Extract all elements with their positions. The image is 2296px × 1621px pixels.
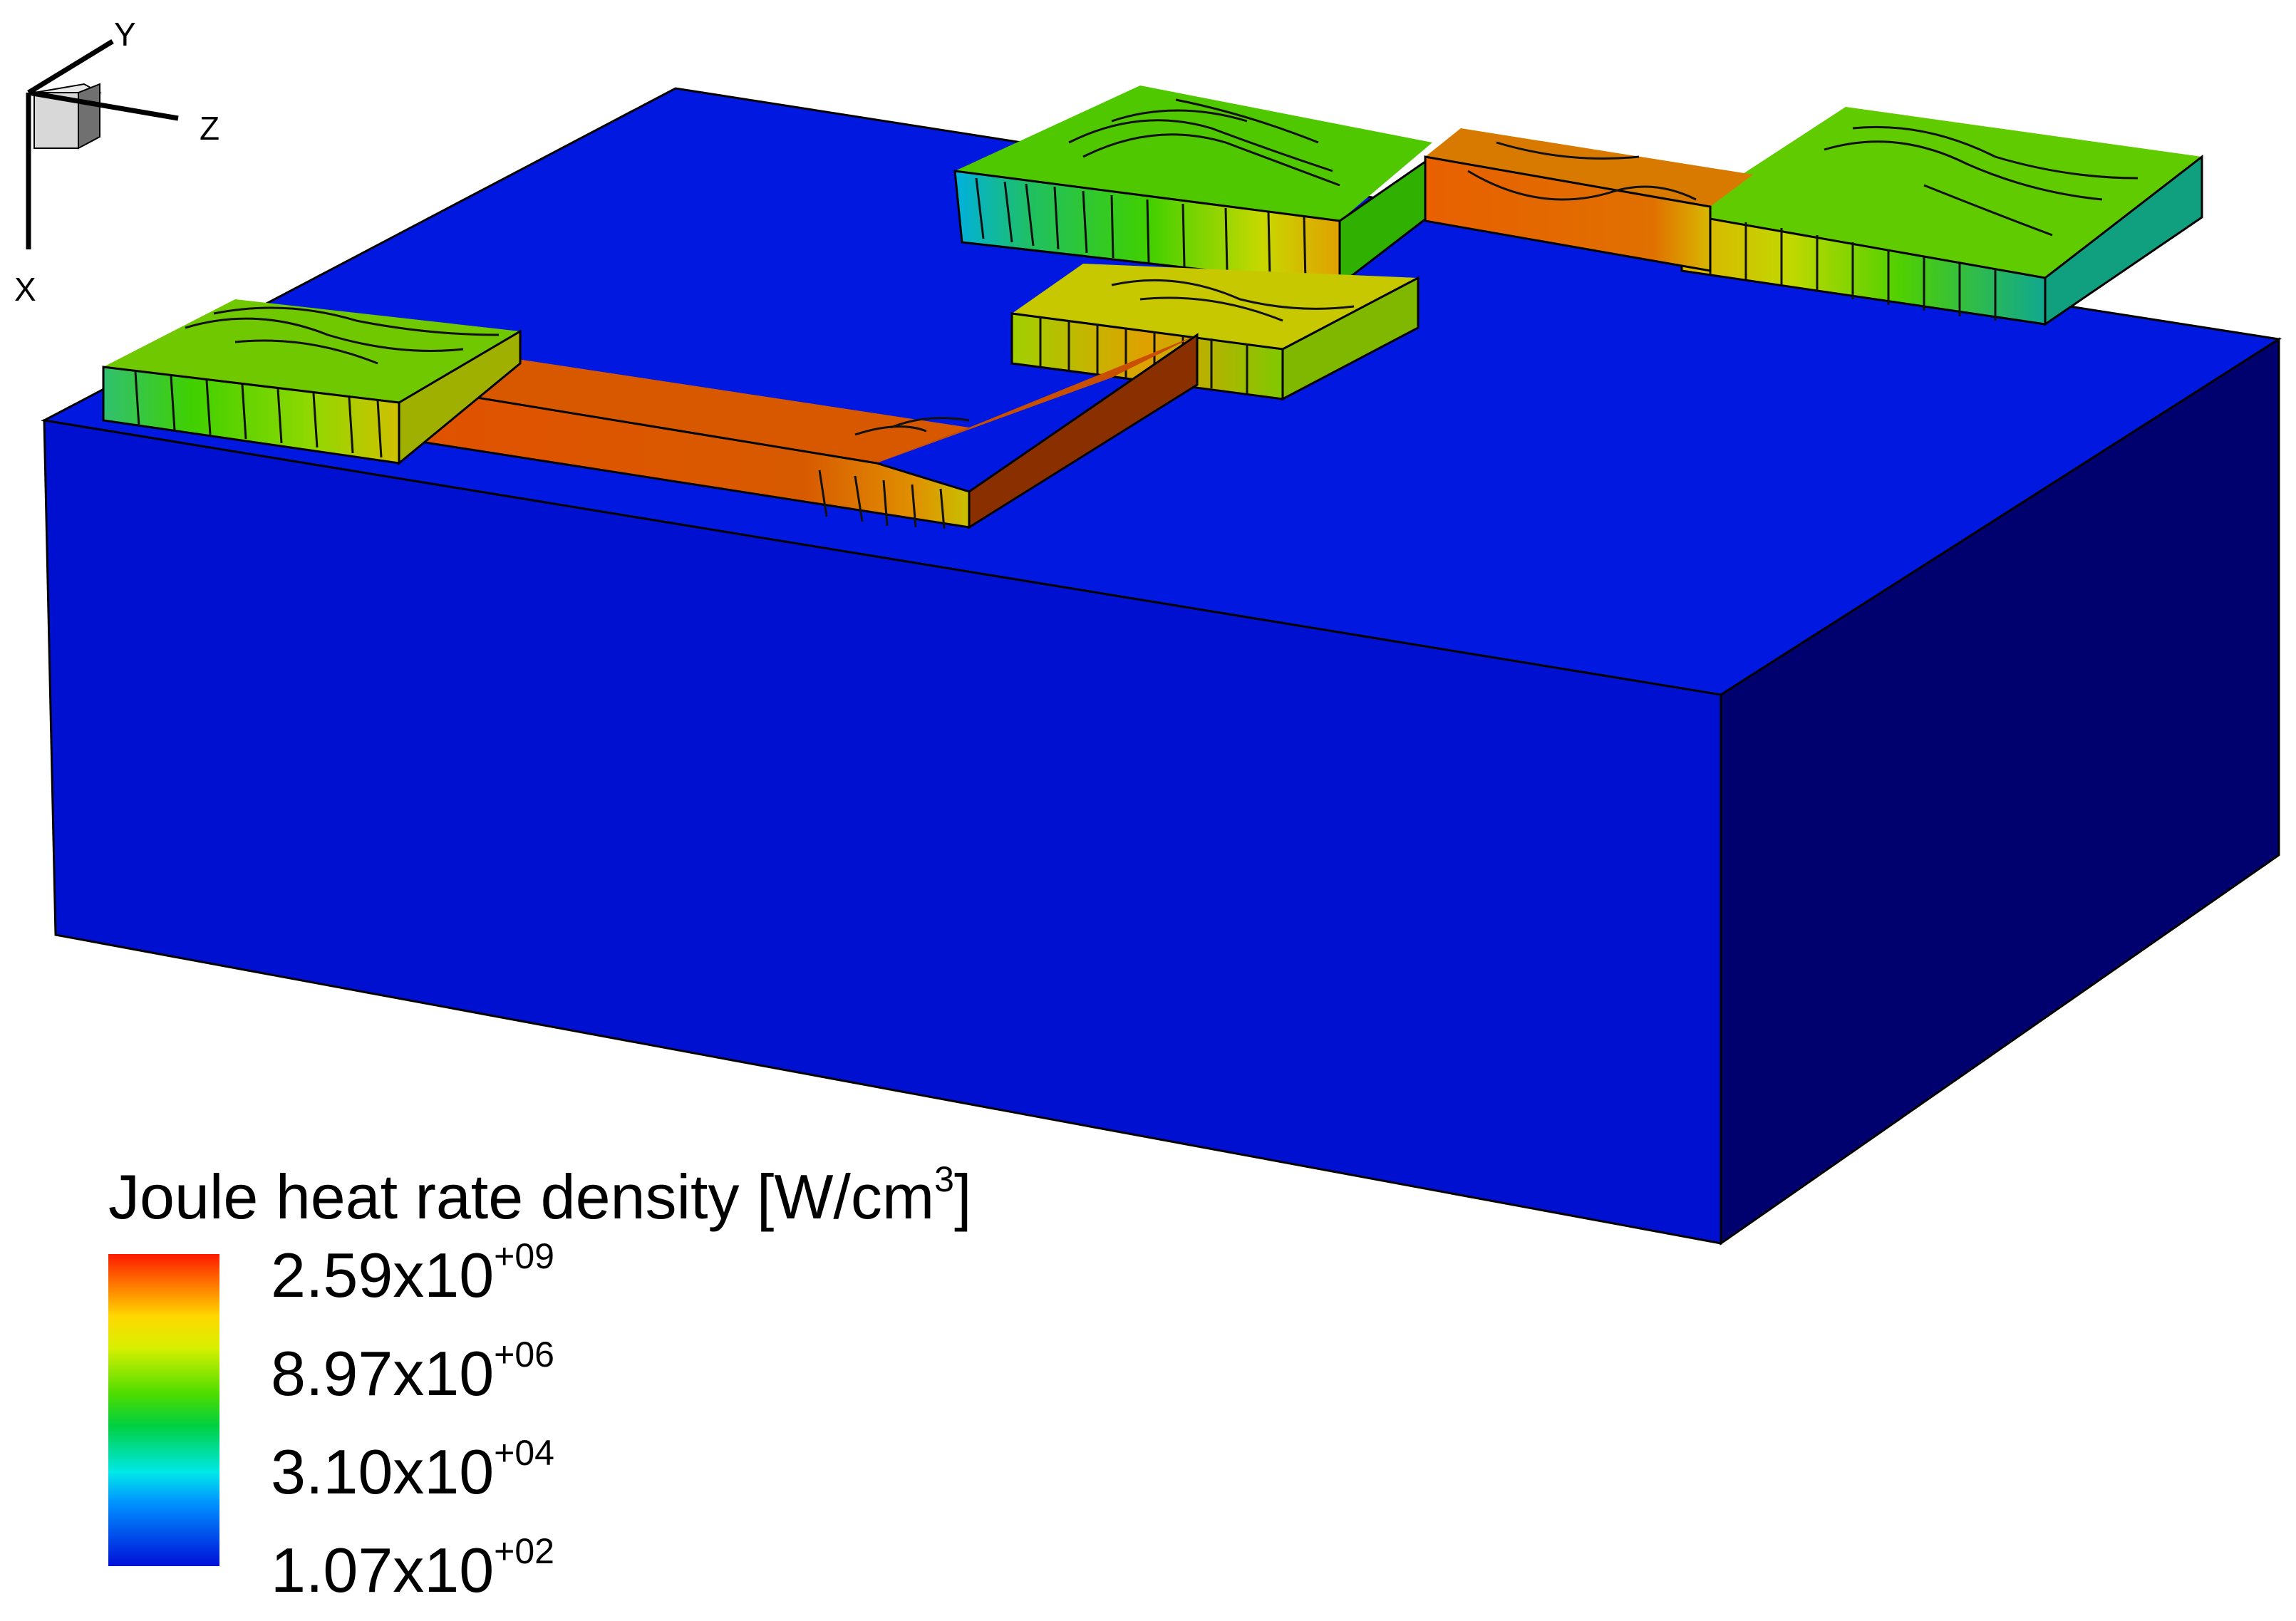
legend-title: Joule heat rate density [W/cm3] xyxy=(108,1159,971,1232)
legend-title-end: ] xyxy=(954,1161,971,1232)
z-axis-label: Z xyxy=(200,110,219,147)
joule-heat-simulation-render: X Y Z Joule heat rate density [W/cm3] 2.… xyxy=(14,16,2282,1605)
legend-label-2: 8.97x10+06 xyxy=(271,1335,554,1409)
legend-label-min: 1.07x10+02 xyxy=(271,1531,554,1605)
legend-title-superscript: 3 xyxy=(934,1159,954,1199)
triad-cube-side xyxy=(78,83,100,150)
legend-label-3: 3.10x10+04 xyxy=(271,1433,554,1507)
colorbar-legend: Joule heat rate density [W/cm3] 2.59x10+… xyxy=(108,1159,971,1605)
x-axis-label: X xyxy=(14,271,36,308)
colorbar-gradient xyxy=(108,1254,219,1566)
y-axis-label: Y xyxy=(114,16,136,53)
axis-triad: X Y Z xyxy=(14,16,219,308)
legend-title-main: Joule heat rate density [W/cm xyxy=(108,1161,934,1232)
legend-label-max: 2.59x10+09 xyxy=(271,1236,554,1310)
